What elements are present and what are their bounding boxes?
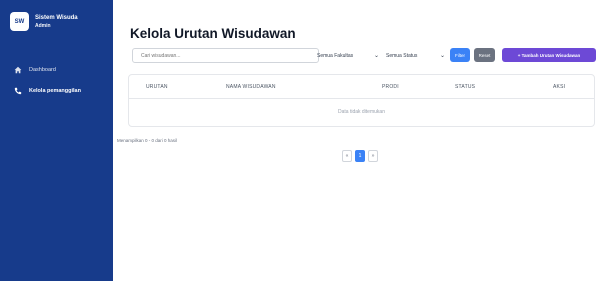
pagination: « 1 » bbox=[342, 150, 381, 162]
search-input[interactable] bbox=[132, 48, 319, 63]
sidebar-item-label: Kelola pemanggilan bbox=[29, 88, 81, 94]
sidebar-item-kelola-pemanggilan[interactable]: Kelola pemanggilan bbox=[14, 87, 81, 95]
fakultas-select[interactable]: Semua Fakultas ⌄ bbox=[315, 48, 381, 63]
add-wisudawan-button[interactable]: + Tambah Urutan Wisudawan bbox=[502, 48, 596, 62]
brand: SW Sistem Wisuda Admin bbox=[10, 12, 78, 31]
app-logo: SW bbox=[10, 12, 29, 31]
sidebar-item-label: Dashboard bbox=[29, 67, 56, 73]
filter-button[interactable]: Filter bbox=[450, 48, 470, 62]
next-page-button[interactable]: » bbox=[368, 150, 378, 162]
home-icon bbox=[14, 66, 22, 74]
sidebar-item-dashboard[interactable]: Dashboard bbox=[14, 66, 56, 74]
column-header-status: STATUS bbox=[455, 84, 476, 90]
column-header-aksi: AKSI bbox=[553, 84, 566, 90]
page-1-button[interactable]: 1 bbox=[355, 150, 365, 162]
results-count: Menampilkan 0 - 0 dari 0 hasil bbox=[117, 138, 178, 143]
phone-icon bbox=[14, 87, 22, 95]
table-header: URUTAN NAMA WISUDAWAN PRODI STATUS AKSI bbox=[129, 75, 594, 99]
status-select[interactable]: Semua Status ⌄ bbox=[384, 48, 447, 63]
empty-state-message: Data tidak ditemukan bbox=[338, 109, 385, 115]
column-header-prodi: PRODI bbox=[382, 84, 399, 90]
app-title: Sistem Wisuda bbox=[35, 14, 78, 21]
column-header-nama: NAMA WISUDAWAN bbox=[226, 84, 276, 90]
sidebar: SW Sistem Wisuda Admin Dashboard Kelola … bbox=[0, 0, 113, 281]
column-header-urutan: URUTAN bbox=[146, 84, 168, 90]
page-title: Kelola Urutan Wisudawan bbox=[130, 26, 296, 41]
chevron-down-icon: ⌄ bbox=[439, 53, 445, 59]
chevron-down-icon: ⌄ bbox=[373, 53, 379, 59]
app-subtitle: Admin bbox=[35, 22, 51, 29]
main-content: Kelola Urutan Wisudawan Semua Fakultas ⌄… bbox=[113, 0, 601, 281]
prev-page-button[interactable]: « bbox=[342, 150, 352, 162]
reset-button[interactable]: Reset bbox=[474, 48, 495, 62]
wisudawan-table: URUTAN NAMA WISUDAWAN PRODI STATUS AKSI … bbox=[128, 74, 595, 127]
status-select-value: Semua Status bbox=[386, 52, 418, 59]
fakultas-select-value: Semua Fakultas bbox=[317, 52, 354, 59]
